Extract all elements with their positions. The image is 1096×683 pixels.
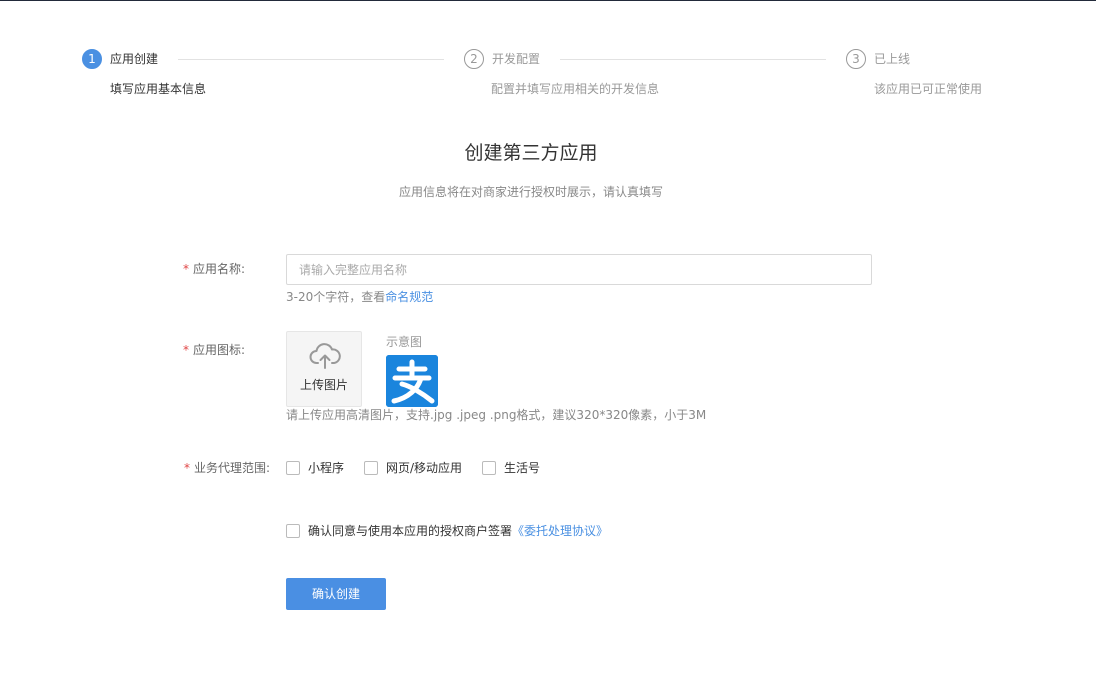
app-icon-hint: 请上传应用高清图片，支持.jpg .jpeg .png格式，建议320*320像… — [286, 408, 707, 422]
page-title: 创建第三方应用 — [464, 142, 598, 164]
confirm-create-button[interactable]: 确认创建 — [286, 578, 386, 610]
app-icon-label: * 应用图标: — [183, 342, 245, 358]
page-subtitle: 应用信息将在对商家进行授权时展示，请认真填写 — [398, 185, 663, 199]
app-name-input[interactable] — [286, 254, 872, 285]
app-name-label-text: 应用名称: — [192, 262, 245, 276]
step-connector — [178, 59, 444, 60]
step-3-title: 已上线 — [874, 52, 911, 66]
app-icon-label-text: 应用图标: — [192, 343, 245, 357]
step-2-title: 开发配置 — [492, 52, 541, 66]
agreement-label: 确认同意与使用本应用的授权商户签署 — [308, 524, 513, 538]
mini-program-label: 小程序 — [308, 461, 345, 475]
app-name-hint-text: 3-20个字符，查看 — [286, 290, 386, 304]
required-mark: * — [182, 262, 189, 276]
cloud-upload-icon — [309, 343, 341, 369]
step-1-title: 应用创建 — [110, 52, 159, 66]
step-1-number: 1 — [82, 49, 102, 69]
agreement-checkbox[interactable] — [286, 524, 300, 538]
naming-rules-link[interactable]: 命名规范 — [385, 290, 433, 304]
upload-image-label: 上传图片 — [299, 378, 348, 392]
step-2-number: 2 — [464, 49, 484, 69]
step-3-number: 3 — [846, 49, 866, 69]
web-mobile-app-checkbox[interactable] — [364, 461, 378, 475]
business-scope-label: * 业务代理范围: — [184, 460, 270, 476]
web-mobile-app-label: 网页/移动应用 — [386, 461, 463, 475]
app-name-hint: 3-20个字符，查看命名规范 — [286, 289, 433, 305]
mini-program-checkbox[interactable] — [286, 461, 300, 475]
business-scope-label-text: 业务代理范围: — [193, 461, 270, 475]
step-1-desc: 填写应用基本信息 — [110, 82, 207, 96]
required-mark: * — [183, 461, 190, 475]
alipay-logo-icon — [386, 355, 438, 407]
step-indicator: 1 应用创建 填写应用基本信息 2 开发配置 配置并填写应用相关的开发信息 3 … — [82, 49, 1022, 109]
life-account-checkbox[interactable] — [482, 461, 496, 475]
step-3-desc: 该应用已可正常使用 — [874, 82, 983, 96]
required-mark: * — [182, 343, 189, 357]
step-connector — [560, 59, 826, 60]
step-2-desc: 配置并填写应用相关的开发信息 — [491, 82, 660, 96]
sample-label: 示意图 — [386, 335, 423, 349]
life-account-label: 生活号 — [504, 461, 541, 475]
top-border — [0, 0, 1096, 1]
agreement-text: 确认同意与使用本应用的授权商户签署《委托处理协议》 — [308, 523, 608, 539]
upload-image-button[interactable]: 上传图片 — [286, 331, 362, 407]
agreement-link[interactable]: 《委托处理协议》 — [512, 524, 608, 538]
app-name-label: * 应用名称: — [183, 261, 245, 277]
